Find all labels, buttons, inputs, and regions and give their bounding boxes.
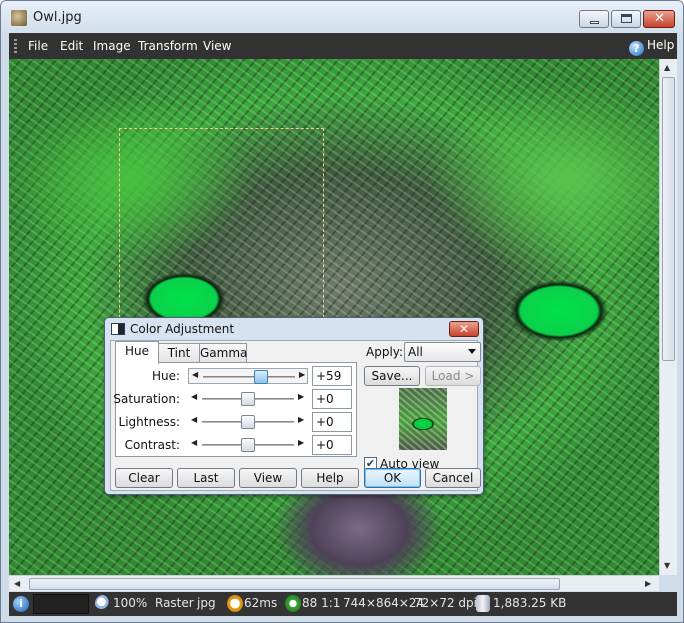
- save-button[interactable]: Save...: [364, 366, 420, 386]
- status-filesize: 1,883.25 KB: [493, 596, 567, 610]
- slider-left-icon[interactable]: ◀: [192, 370, 198, 379]
- contrast-slider-thumb[interactable]: [241, 438, 255, 452]
- horizontal-scroll-thumb[interactable]: [29, 578, 560, 590]
- minimize-button[interactable]: [579, 10, 609, 28]
- hue-value-field[interactable]: +59: [312, 366, 352, 386]
- hue-slider-thumb[interactable]: [254, 370, 269, 384]
- magnifier-icon: [95, 595, 111, 612]
- dialog-body: Hue Tint Gamma Hue: ◀ ▶ +59 Saturation: …: [110, 340, 481, 491]
- lightness-slider[interactable]: ◀ ▶: [188, 414, 308, 430]
- tab-hue[interactable]: Hue: [115, 341, 159, 364]
- status-mode: Raster: [155, 596, 194, 610]
- view-button[interactable]: View: [239, 468, 297, 488]
- load-button[interactable]: Load >: [425, 366, 481, 386]
- scroll-right-icon[interactable]: ▶: [645, 579, 651, 588]
- cancel-button[interactable]: Cancel: [425, 468, 481, 488]
- status-dpi: 72×72 dpi: [414, 596, 477, 610]
- status-bar: i 100% Raster jpg 62ms 88 1:1 744×864×24…: [9, 592, 677, 616]
- disk-icon: [476, 595, 490, 612]
- clear-button[interactable]: Clear: [115, 468, 173, 488]
- status-time: 62ms: [244, 596, 278, 610]
- slider-right-icon[interactable]: ▶: [298, 438, 304, 447]
- close-icon: ✕: [458, 322, 470, 336]
- dialog-close-button[interactable]: ✕: [449, 321, 479, 337]
- menu-help-label: Help: [647, 38, 675, 52]
- horizontal-scrollbar[interactable]: ◀ ▶: [9, 575, 659, 591]
- saturation-value-field[interactable]: +0: [312, 389, 352, 409]
- app-icon: [11, 10, 27, 26]
- maximize-button[interactable]: [611, 10, 641, 28]
- ok-button[interactable]: OK: [364, 468, 421, 488]
- slider-right-icon[interactable]: ▶: [299, 370, 305, 379]
- status-zoom: 100%: [113, 596, 148, 610]
- hue-tab-panel: Hue: ◀ ▶ +59 Saturation: ◀ ▶ +0 Lightnes…: [113, 362, 357, 457]
- lightness-slider-thumb[interactable]: [241, 415, 255, 429]
- tab-tint[interactable]: Tint: [158, 343, 200, 363]
- chevron-down-icon: [468, 349, 476, 354]
- dialog-title: Color Adjustment: [130, 322, 235, 336]
- scroll-left-icon[interactable]: ◀: [14, 579, 20, 588]
- menu-file[interactable]: File: [28, 39, 48, 53]
- slider-right-icon[interactable]: ▶: [298, 392, 304, 401]
- color-depth-icon: [285, 595, 301, 612]
- color-adjustment-dialog: Color Adjustment ✕ Hue Tint Gamma Hue: ◀…: [104, 317, 484, 495]
- preview-thumbnail: [399, 388, 447, 450]
- close-button[interactable]: ✕: [643, 10, 675, 28]
- info-icon[interactable]: i: [13, 596, 29, 612]
- menu-help[interactable]: ? Help: [629, 38, 674, 56]
- clock-icon: [227, 595, 243, 612]
- window-title: Owl.jpg: [33, 10, 82, 25]
- slider-track: [203, 376, 295, 378]
- toolbar-grip[interactable]: [14, 39, 17, 53]
- menu-edit[interactable]: Edit: [60, 39, 83, 53]
- saturation-slider-thumb[interactable]: [241, 392, 255, 406]
- slider-left-icon[interactable]: ◀: [191, 415, 197, 424]
- menu-transform[interactable]: Transform: [138, 39, 198, 53]
- status-format: jpg: [197, 596, 216, 610]
- status-color: 88 1:1: [302, 596, 341, 610]
- status-dimensions: 744×864×24: [343, 596, 425, 610]
- slider-right-icon[interactable]: ▶: [298, 415, 304, 424]
- title-bar: Owl.jpg ✕: [1, 1, 683, 33]
- help-icon: ?: [629, 41, 644, 56]
- dialog-icon: [111, 323, 125, 335]
- saturation-slider[interactable]: ◀ ▶: [188, 391, 308, 407]
- help-button[interactable]: Help: [301, 468, 359, 488]
- lightness-value-field[interactable]: +0: [312, 412, 352, 432]
- apply-label: Apply:: [366, 345, 404, 359]
- selection-rectangle[interactable]: [119, 128, 324, 338]
- tab-gamma[interactable]: Gamma: [199, 343, 247, 363]
- last-button[interactable]: Last: [177, 468, 235, 488]
- slider-left-icon[interactable]: ◀: [191, 438, 197, 447]
- maximize-icon: [621, 14, 632, 23]
- contrast-label: Contrast:: [124, 438, 180, 452]
- dialog-title-bar: Color Adjustment ✕: [105, 318, 483, 340]
- app-window: Owl.jpg ✕ File Edit Image Transform View…: [0, 0, 684, 623]
- close-icon: ✕: [654, 11, 665, 26]
- scroll-up-icon[interactable]: ▲: [664, 63, 670, 72]
- menu-image[interactable]: Image: [93, 39, 131, 53]
- saturation-label: Saturation:: [113, 392, 180, 406]
- status-slot: [33, 594, 89, 614]
- apply-select[interactable]: All: [404, 342, 481, 362]
- scroll-down-icon[interactable]: ▼: [664, 561, 670, 570]
- menu-bar: File Edit Image Transform View ? Help: [9, 33, 677, 59]
- hue-label: Hue:: [151, 369, 180, 383]
- vertical-scroll-thumb[interactable]: [662, 77, 675, 361]
- menu-view[interactable]: View: [203, 39, 231, 53]
- apply-select-value: All: [408, 345, 423, 359]
- contrast-value-field[interactable]: +0: [312, 435, 352, 455]
- minimize-icon: [590, 21, 599, 24]
- slider-left-icon[interactable]: ◀: [191, 392, 197, 401]
- contrast-slider[interactable]: ◀ ▶: [188, 437, 308, 453]
- lightness-label: Lightness:: [118, 415, 180, 429]
- vertical-scrollbar[interactable]: ▲ ▼: [659, 59, 677, 575]
- hue-slider[interactable]: ◀ ▶: [188, 368, 308, 384]
